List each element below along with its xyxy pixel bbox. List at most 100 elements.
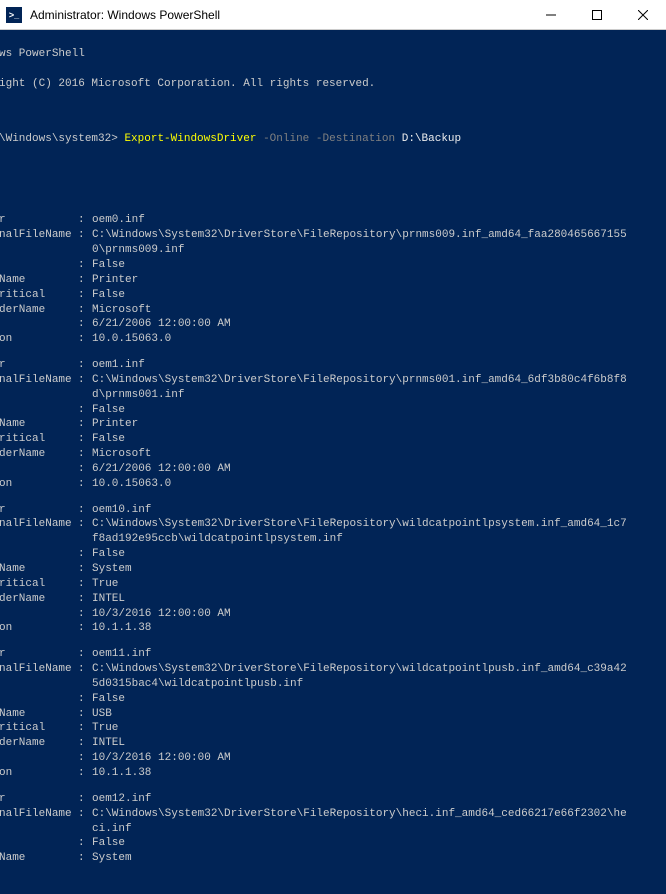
output-row: Driver: oem10.inf <box>0 503 632 518</box>
output-key: Version <box>0 332 78 347</box>
output-row: Driver: oem11.inf <box>0 647 632 662</box>
output-separator: : <box>78 373 92 403</box>
output-separator: : <box>78 403 92 418</box>
output-separator: : <box>78 792 92 807</box>
output-key: Driver <box>0 503 78 518</box>
output-key: Inbox <box>0 258 78 273</box>
output-row: ProviderName: Microsoft <box>0 447 632 462</box>
output-separator: : <box>78 288 92 303</box>
output-value: oem11.inf <box>92 647 632 662</box>
output-value: oem12.inf <box>92 792 632 807</box>
output-key: Date <box>0 462 78 477</box>
output-separator: : <box>78 707 92 722</box>
output-value: False <box>92 692 632 707</box>
maximize-button[interactable] <box>574 0 620 30</box>
output-key: OriginalFileName <box>0 517 78 547</box>
output-separator: : <box>78 547 92 562</box>
window-controls <box>528 0 666 30</box>
output-key: Inbox <box>0 403 78 418</box>
output-row: OriginalFileName: C:\Windows\System32\Dr… <box>0 228 632 258</box>
output-value: 6/21/2006 12:00:00 AM <box>92 317 632 332</box>
output-row: BootCritical: True <box>0 721 632 736</box>
output-value: C:\Windows\System32\DriverStore\FileRepo… <box>92 807 632 837</box>
output-key: ClassName <box>0 417 78 432</box>
output-row: Version: 10.0.15063.0 <box>0 477 632 492</box>
output-separator: : <box>78 621 92 636</box>
output-value: False <box>92 288 632 303</box>
output-row: Date: 6/21/2006 12:00:00 AM <box>0 317 632 332</box>
output-row: ClassName: USB <box>0 707 632 722</box>
powershell-icon: >_ <box>6 7 22 23</box>
close-button[interactable] <box>620 0 666 30</box>
output-key: Driver <box>0 213 78 228</box>
output-key: Driver <box>0 647 78 662</box>
output-key: ProviderName <box>0 447 78 462</box>
output-row: Driver: oem0.inf <box>0 213 632 228</box>
driver-output-list: Driver: oem0.infOriginalFileName: C:\Win… <box>0 213 632 877</box>
output-separator: : <box>78 462 92 477</box>
output-row: Version: 10.1.1.38 <box>0 621 632 636</box>
output-row: ClassName: Printer <box>0 273 632 288</box>
output-value: 10/3/2016 12:00:00 AM <box>92 607 632 622</box>
output-separator: : <box>78 736 92 751</box>
output-separator: : <box>78 607 92 622</box>
output-separator: : <box>78 851 92 866</box>
output-key: BootCritical <box>0 721 78 736</box>
output-row: Date: 6/21/2006 12:00:00 AM <box>0 462 632 477</box>
output-separator: : <box>78 258 92 273</box>
output-row: Version: 10.1.1.38 <box>0 766 632 781</box>
output-key: ClassName <box>0 562 78 577</box>
output-value: C:\Windows\System32\DriverStore\FileRepo… <box>92 517 632 547</box>
output-key: ProviderName <box>0 736 78 751</box>
output-value: 10.0.15063.0 <box>92 477 632 492</box>
output-row: Inbox: False <box>0 403 632 418</box>
output-value: Microsoft <box>92 447 632 462</box>
output-key: ProviderName <box>0 592 78 607</box>
output-value: System <box>92 851 632 866</box>
output-key: OriginalFileName <box>0 228 78 258</box>
output-separator: : <box>78 332 92 347</box>
output-value: oem10.inf <box>92 503 632 518</box>
output-key: BootCritical <box>0 432 78 447</box>
output-key: BootCritical <box>0 577 78 592</box>
output-key: ClassName <box>0 273 78 288</box>
output-value: 10.1.1.38 <box>92 766 632 781</box>
output-value: INTEL <box>92 736 632 751</box>
output-separator: : <box>78 447 92 462</box>
output-value: System <box>92 562 632 577</box>
output-row: BootCritical: False <box>0 288 632 303</box>
prompt-prefix: PS C:\Windows\system32> <box>0 133 124 145</box>
output-separator: : <box>78 721 92 736</box>
output-separator: : <box>78 807 92 837</box>
output-row: Inbox: False <box>0 836 632 851</box>
output-separator: : <box>78 213 92 228</box>
output-separator: : <box>78 503 92 518</box>
output-value: False <box>92 432 632 447</box>
output-row: BootCritical: True <box>0 577 632 592</box>
output-value: USB <box>92 707 632 722</box>
output-key: Version <box>0 477 78 492</box>
output-key: ClassName <box>0 851 78 866</box>
prompt-arg: D:\Backup <box>402 133 461 145</box>
output-separator: : <box>78 592 92 607</box>
terminal-output[interactable]: Windows PowerShell Copyright (C) 2016 Mi… <box>0 30 632 894</box>
output-key: Inbox <box>0 547 78 562</box>
output-key: Inbox <box>0 692 78 707</box>
output-value: 10.1.1.38 <box>92 621 632 636</box>
output-separator: : <box>78 317 92 332</box>
output-row: Driver: oem12.inf <box>0 792 632 807</box>
output-row: ProviderName: INTEL <box>0 592 632 607</box>
output-value: C:\Windows\System32\DriverStore\FileRepo… <box>92 662 632 692</box>
minimize-button[interactable] <box>528 0 574 30</box>
output-row: OriginalFileName: C:\Windows\System32\Dr… <box>0 517 632 547</box>
output-value: True <box>92 577 632 592</box>
output-separator: : <box>78 358 92 373</box>
prompt-param-destination: -Destination <box>316 133 402 145</box>
output-value: True <box>92 721 632 736</box>
output-key: Version <box>0 766 78 781</box>
output-value: Microsoft <box>92 303 632 318</box>
output-value: False <box>92 836 632 851</box>
output-separator: : <box>78 477 92 492</box>
output-separator: : <box>78 303 92 318</box>
output-value: False <box>92 403 632 418</box>
